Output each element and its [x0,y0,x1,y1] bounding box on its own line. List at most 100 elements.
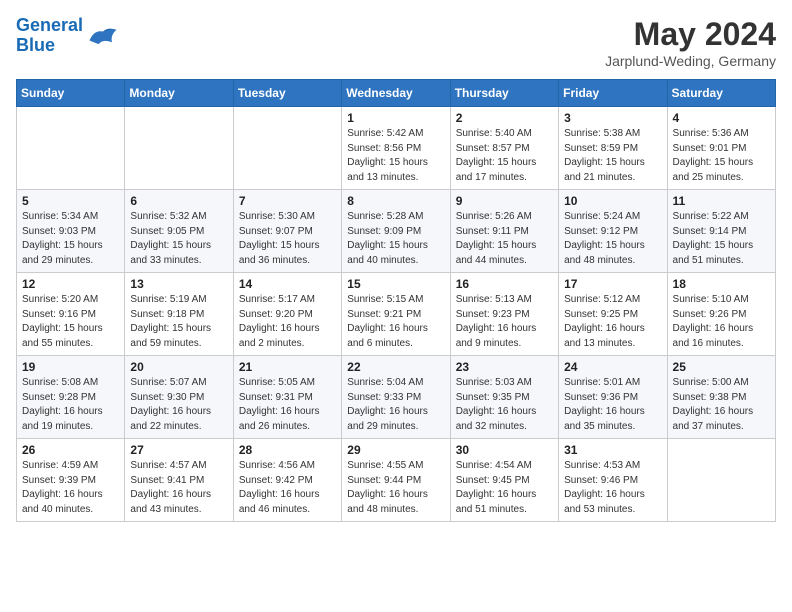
day-info: Sunrise: 5:30 AMSunset: 9:07 PMDaylight:… [239,210,336,268]
day-number: 16 [456,277,553,291]
calendar-cell [125,107,233,190]
day-info: Sunrise: 5:40 AMSunset: 8:57 PMDaylight:… [456,127,553,185]
title-block: May 2024 Jarplund-Weding, Germany [605,16,776,69]
column-header-saturday: Saturday [667,80,775,107]
calendar-cell: 6Sunrise: 5:32 AMSunset: 9:05 PMDaylight… [125,190,233,273]
calendar-row: 19 Sunrise: 5:08 AMSunset: 9:28 PMDayligh… [17,356,776,439]
day-info: Sunrise: 5:15 AMSunset: 9:21 PMDaylight:… [347,293,444,351]
day-number: 7 [239,194,336,208]
day-number: 24 [564,360,661,374]
column-header-monday: Monday [125,80,233,107]
day-number: 26 [22,443,119,457]
day-number: 9 [456,194,553,208]
day-info: Sunrise: 5:28 AMSunset: 9:09 PMDaylight:… [347,210,444,268]
calendar-cell: 30 Sunrise: 4:54 AMSunset: 9:45 PMDayligh… [450,439,558,522]
day-info: Sunrise: 5:08 AMSunset: 9:28 PMDaylight:… [22,376,119,434]
calendar-cell: 31 Sunrise: 4:53 AMSunset: 9:46 PMDayligh… [559,439,667,522]
calendar-cell: 20 Sunrise: 5:07 AMSunset: 9:30 PMDayligh… [125,356,233,439]
calendar-cell [233,107,341,190]
calendar-subtitle: Jarplund-Weding, Germany [605,53,776,69]
calendar-cell: 18 Sunrise: 5:10 AMSunset: 9:26 PMDayligh… [667,273,775,356]
day-info: Sunrise: 5:38 AMSunset: 8:59 PMDaylight:… [564,127,661,185]
day-info: Sunrise: 4:57 AMSunset: 9:41 PMDaylight:… [130,459,227,517]
day-info: Sunrise: 5:12 AMSunset: 9:25 PMDaylight:… [564,293,661,351]
calendar-cell: 19 Sunrise: 5:08 AMSunset: 9:28 PMDayligh… [17,356,125,439]
day-number: 23 [456,360,553,374]
calendar-title: May 2024 [605,16,776,53]
day-info: Sunrise: 4:56 AMSunset: 9:42 PMDaylight:… [239,459,336,517]
day-info: Sunrise: 5:05 AMSunset: 9:31 PMDaylight:… [239,376,336,434]
day-info: Sunrise: 5:24 AMSunset: 9:12 PMDaylight:… [564,210,661,268]
day-info: Sunrise: 5:13 AMSunset: 9:23 PMDaylight:… [456,293,553,351]
page-header: General Blue May 2024 Jarplund-Weding, G… [16,16,776,69]
calendar-row: 5Sunrise: 5:34 AMSunset: 9:03 PMDaylight… [17,190,776,273]
calendar-cell: 25 Sunrise: 5:00 AMSunset: 9:38 PMDayligh… [667,356,775,439]
day-number: 31 [564,443,661,457]
calendar-cell: 23Sunrise: 5:03 AMSunset: 9:35 PMDayligh… [450,356,558,439]
day-info: Sunrise: 5:07 AMSunset: 9:30 PMDaylight:… [130,376,227,434]
day-info: Sunrise: 5:10 AMSunset: 9:26 PMDaylight:… [673,293,770,351]
day-info: Sunrise: 5:17 AMSunset: 9:20 PMDaylight:… [239,293,336,351]
calendar-table: SundayMondayTuesdayWednesdayThursdayFrid… [16,79,776,522]
logo-text: General Blue [16,16,83,56]
day-info: Sunrise: 4:54 AMSunset: 9:45 PMDaylight:… [456,459,553,517]
day-info: Sunrise: 5:01 AMSunset: 9:36 PMDaylight:… [564,376,661,434]
day-number: 20 [130,360,227,374]
day-number: 10 [564,194,661,208]
logo-bird-icon [85,21,121,51]
column-header-sunday: Sunday [17,80,125,107]
day-number: 12 [22,277,119,291]
day-number: 25 [673,360,770,374]
day-number: 11 [673,194,770,208]
day-info: Sunrise: 5:22 AMSunset: 9:14 PMDaylight:… [673,210,770,268]
calendar-header-row: SundayMondayTuesdayWednesdayThursdayFrid… [17,80,776,107]
day-number: 3 [564,111,661,125]
calendar-cell: 27Sunrise: 4:57 AMSunset: 9:41 PMDayligh… [125,439,233,522]
day-info: Sunrise: 5:36 AMSunset: 9:01 PMDaylight:… [673,127,770,185]
day-number: 18 [673,277,770,291]
calendar-cell: 5Sunrise: 5:34 AMSunset: 9:03 PMDaylight… [17,190,125,273]
column-header-tuesday: Tuesday [233,80,341,107]
day-number: 19 [22,360,119,374]
calendar-cell: 12 Sunrise: 5:20 AMSunset: 9:16 PMDayligh… [17,273,125,356]
calendar-cell: 24 Sunrise: 5:01 AMSunset: 9:36 PMDayligh… [559,356,667,439]
day-info: Sunrise: 5:26 AMSunset: 9:11 PMDaylight:… [456,210,553,268]
column-header-thursday: Thursday [450,80,558,107]
calendar-row: 12 Sunrise: 5:20 AMSunset: 9:16 PMDayligh… [17,273,776,356]
day-number: 30 [456,443,553,457]
calendar-cell: 17Sunrise: 5:12 AMSunset: 9:25 PMDayligh… [559,273,667,356]
calendar-row: 26 Sunrise: 4:59 AMSunset: 9:39 PMDayligh… [17,439,776,522]
calendar-cell: 26 Sunrise: 4:59 AMSunset: 9:39 PMDayligh… [17,439,125,522]
day-number: 2 [456,111,553,125]
column-header-wednesday: Wednesday [342,80,450,107]
day-number: 22 [347,360,444,374]
day-info: Sunrise: 4:55 AMSunset: 9:44 PMDaylight:… [347,459,444,517]
day-info: Sunrise: 4:53 AMSunset: 9:46 PMDaylight:… [564,459,661,517]
day-info: Sunrise: 5:00 AMSunset: 9:38 PMDaylight:… [673,376,770,434]
calendar-cell: 16 Sunrise: 5:13 AMSunset: 9:23 PMDayligh… [450,273,558,356]
calendar-cell: 8Sunrise: 5:28 AMSunset: 9:09 PMDaylight… [342,190,450,273]
day-info: Sunrise: 4:59 AMSunset: 9:39 PMDaylight:… [22,459,119,517]
day-number: 4 [673,111,770,125]
calendar-cell: 22Sunrise: 5:04 AMSunset: 9:33 PMDayligh… [342,356,450,439]
day-info: Sunrise: 5:20 AMSunset: 9:16 PMDaylight:… [22,293,119,351]
column-header-friday: Friday [559,80,667,107]
calendar-cell: 14 Sunrise: 5:17 AMSunset: 9:20 PMDayligh… [233,273,341,356]
calendar-cell: 9 Sunrise: 5:26 AMSunset: 9:11 PMDaylight… [450,190,558,273]
calendar-cell: 11 Sunrise: 5:22 AMSunset: 9:14 PMDayligh… [667,190,775,273]
day-info: Sunrise: 5:34 AMSunset: 9:03 PMDaylight:… [22,210,119,268]
calendar-cell [667,439,775,522]
calendar-cell: 4 Sunrise: 5:36 AMSunset: 9:01 PMDaylight… [667,107,775,190]
day-info: Sunrise: 5:42 AMSunset: 8:56 PMDaylight:… [347,127,444,185]
calendar-cell: 10 Sunrise: 5:24 AMSunset: 9:12 PMDayligh… [559,190,667,273]
day-number: 28 [239,443,336,457]
calendar-cell: 7 Sunrise: 5:30 AMSunset: 9:07 PMDaylight… [233,190,341,273]
day-number: 14 [239,277,336,291]
day-number: 29 [347,443,444,457]
logo: General Blue [16,16,121,56]
calendar-cell: 21Sunrise: 5:05 AMSunset: 9:31 PMDayligh… [233,356,341,439]
day-number: 13 [130,277,227,291]
day-number: 6 [130,194,227,208]
calendar-cell: 13Sunrise: 5:19 AMSunset: 9:18 PMDayligh… [125,273,233,356]
calendar-cell: 2 Sunrise: 5:40 AMSunset: 8:57 PMDaylight… [450,107,558,190]
